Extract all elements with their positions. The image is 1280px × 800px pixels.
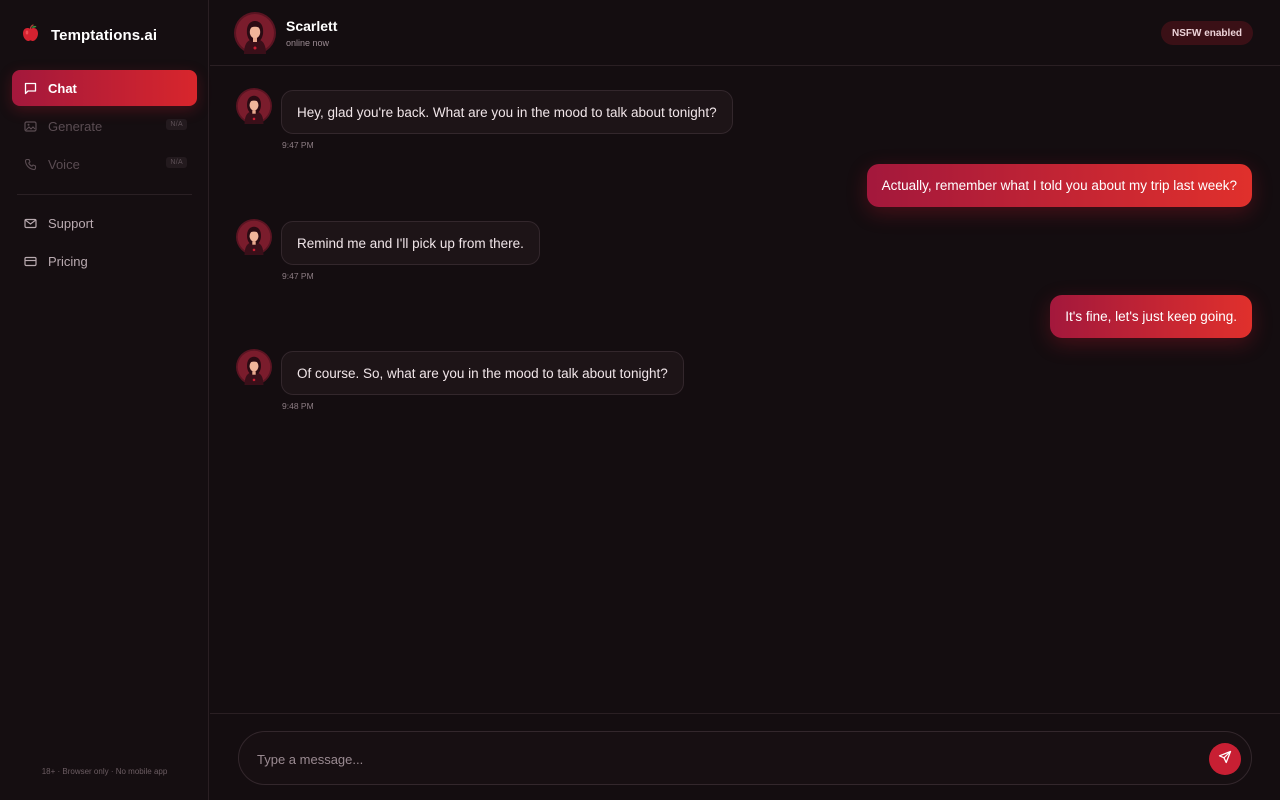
sidebar-item-label: Voice <box>48 156 80 172</box>
phone-icon <box>23 157 37 171</box>
sidebar-footer: 18+ · Browser only · No mobile app <box>41 767 168 776</box>
message-bubble-incoming: Hey, glad you're back. What are you in t… <box>281 90 733 134</box>
na-badge: N/A <box>166 157 187 168</box>
chat-header: Scarlett online now NSFW enabled <box>210 0 1280 66</box>
message-bubble-incoming: Remind me and I'll pick up from there. <box>281 221 540 265</box>
send-button[interactable] <box>1209 743 1241 775</box>
sidebar-item-generate[interactable]: Generate N/A <box>12 108 197 144</box>
message-time: 9:47 PM <box>282 140 314 150</box>
sidebar-item-voice[interactable]: Voice N/A <box>12 146 197 182</box>
composer-bar <box>210 713 1280 800</box>
sidebar-item-pricing[interactable]: Pricing <box>12 243 197 279</box>
avatar[interactable] <box>234 12 276 54</box>
contact-status: online now <box>286 38 330 48</box>
nsfw-badge[interactable]: NSFW enabled <box>1160 21 1253 45</box>
message-time: 9:48 PM <box>282 401 314 411</box>
contact-name: Scarlett <box>286 18 338 34</box>
sidebar-item-label: Support <box>48 215 94 231</box>
avatar <box>236 88 272 124</box>
sidebar-item-chat[interactable]: Chat <box>12 70 197 106</box>
image-icon <box>23 119 37 133</box>
na-badge: N/A <box>166 119 187 130</box>
nav-divider <box>17 194 192 195</box>
message-bubble-incoming: Of course. So, what are you in the mood … <box>281 351 684 395</box>
message-bubble-outgoing: It's fine, let's just keep going. <box>1050 295 1252 338</box>
sidebar-nav: Chat Generate N/A Voice N/A Support Pric… <box>12 70 197 281</box>
card-icon <box>23 254 37 268</box>
send-icon <box>1218 750 1232 769</box>
sidebar-item-support[interactable]: Support <box>12 205 197 241</box>
message-list: Hey, glad you're back. What are you in t… <box>210 66 1280 713</box>
mail-icon <box>23 216 37 230</box>
avatar <box>236 219 272 255</box>
composer <box>238 731 1252 785</box>
brand-name: Temptations.ai <box>51 27 158 44</box>
chat-icon <box>23 81 37 95</box>
sidebar: Temptations.ai Chat Generate N/A Voice N… <box>0 0 209 800</box>
message-time: 9:47 PM <box>282 271 314 281</box>
avatar <box>236 349 272 385</box>
brand[interactable]: Temptations.ai <box>22 24 157 47</box>
sidebar-item-label: Chat <box>48 80 77 96</box>
message-bubble-outgoing: Actually, remember what I told you about… <box>866 164 1252 207</box>
message-input[interactable] <box>257 744 1197 774</box>
sidebar-item-label: Generate <box>48 118 103 134</box>
sidebar-item-label: Pricing <box>48 253 88 269</box>
apple-icon <box>22 24 39 47</box>
